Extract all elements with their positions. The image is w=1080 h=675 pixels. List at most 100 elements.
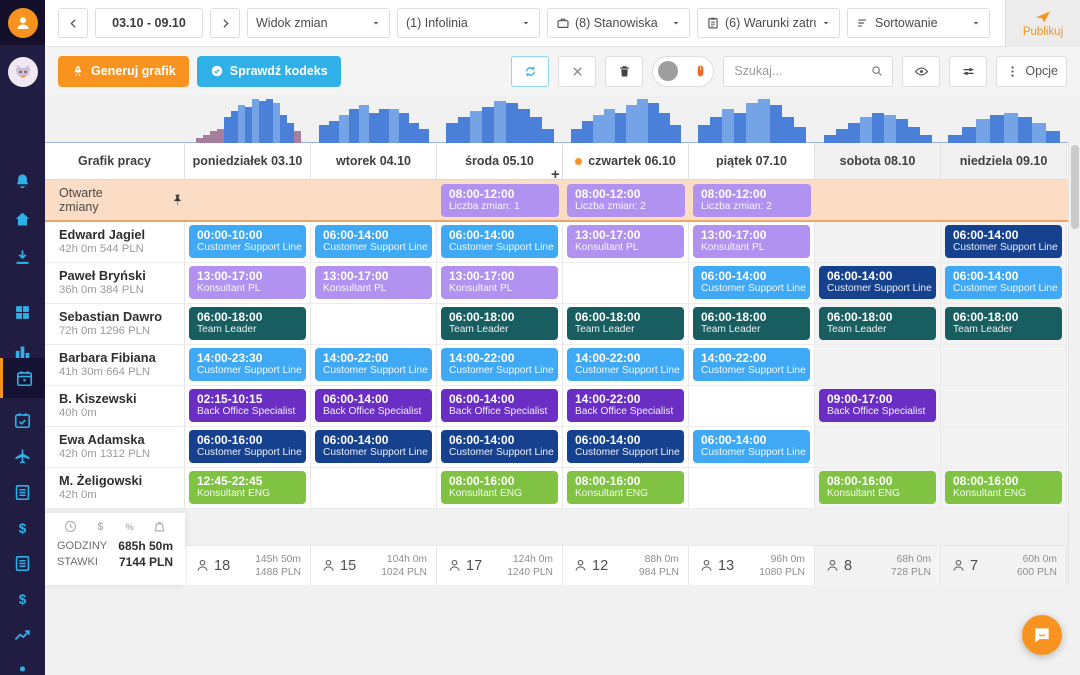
day-header-5[interactable]: piątek 07.10 — [689, 143, 815, 180]
sidebar-item-dot-icon[interactable] — [0, 652, 45, 675]
shift-chip[interactable]: 06:00-14:00Customer Support Line — [945, 225, 1062, 258]
dropdown-sorting[interactable]: Sortowanie — [847, 8, 990, 38]
shift-chip[interactable]: 06:00-14:00Customer Support Line — [441, 225, 558, 258]
day-header-7[interactable]: niedziela 09.10 — [941, 143, 1067, 180]
shift-cell[interactable] — [689, 468, 815, 509]
open-shift-cell-day-2[interactable] — [311, 180, 437, 220]
options-button[interactable]: Opcje — [996, 56, 1067, 87]
shift-chip[interactable]: 06:00-14:00Back Office Specialist — [441, 389, 558, 422]
shift-chip[interactable]: 13:00-17:00Konsultant PL — [315, 266, 432, 299]
search-icon[interactable] — [870, 64, 884, 78]
shift-cell[interactable] — [689, 386, 815, 427]
dropdown-view[interactable]: Widok zmian — [247, 8, 390, 38]
shift-chip[interactable]: 06:00-18:00Team Leader — [567, 307, 684, 340]
shift-chip[interactable]: 08:00-16:00Konsultant ENG — [441, 471, 558, 504]
open-shift-cell-day-7[interactable] — [941, 180, 1067, 220]
day-header-4[interactable]: czwartek 06.10 — [563, 143, 689, 180]
open-shift-cell-day-1[interactable] — [185, 180, 311, 220]
shift-chip[interactable]: 06:00-18:00Team Leader — [189, 307, 306, 340]
next-week-button[interactable] — [210, 8, 240, 38]
shift-cell[interactable] — [941, 427, 1067, 468]
shift-chip[interactable]: 06:00-18:00Team Leader — [693, 307, 810, 340]
sidebar-item-document-icon[interactable] — [0, 474, 45, 510]
sidebar-item-calendar-check-icon[interactable] — [0, 402, 45, 438]
shift-chip[interactable]: 06:00-18:00Team Leader — [441, 307, 558, 340]
delete-button[interactable] — [605, 56, 643, 87]
shift-chip[interactable]: 06:00-14:00Back Office Specialist — [315, 389, 432, 422]
shift-chip[interactable]: 06:00-14:00Customer Support Line — [315, 225, 432, 258]
shift-chip[interactable]: 14:00-22:00Customer Support Line — [567, 348, 684, 381]
open-shift-chip[interactable]: 08:00-12:00Liczba zmian: 2 — [567, 184, 685, 217]
employee-name-cell[interactable]: Sebastian Dawro72h 0m 1296 PLN — [45, 304, 185, 345]
shift-chip[interactable]: 14:00-22:00Back Office Specialist — [567, 389, 684, 422]
dropdown-employment[interactable]: (6) Warunki zatrudnie... — [697, 8, 840, 38]
footer-weight-icon[interactable] — [152, 519, 167, 534]
shift-chip[interactable]: 06:00-14:00Customer Support Line — [693, 430, 810, 463]
check-labor-code-button[interactable]: Sprawdź kodeks — [197, 56, 341, 87]
shift-cell[interactable] — [815, 222, 941, 263]
settings-sliders-button[interactable] — [949, 56, 987, 87]
shift-cell[interactable] — [941, 345, 1067, 386]
vertical-scrollbar[interactable] — [1068, 143, 1080, 585]
employee-name-cell[interactable]: Ewa Adamska42h 0m 1312 PLN — [45, 427, 185, 468]
date-range[interactable]: 03.10 - 09.10 — [95, 8, 203, 38]
employee-name-cell[interactable]: B. Kiszewski40h 0m — [45, 386, 185, 427]
shift-cell[interactable] — [311, 304, 437, 345]
footer-clock-icon[interactable] — [63, 519, 78, 534]
footer-dollar-icon[interactable]: $ — [93, 519, 108, 534]
open-shift-chip[interactable]: 08:00-12:00Liczba zmian: 2 — [693, 184, 811, 217]
scrollbar-thumb[interactable] — [1071, 145, 1079, 229]
shift-chip[interactable]: 13:00-17:00Konsultant PL — [441, 266, 558, 299]
employee-name-cell[interactable]: Barbara Fibiana41h 30m 664 PLN — [45, 345, 185, 386]
open-shift-chip[interactable]: 08:00-12:00Liczba zmian: 1 — [441, 184, 559, 217]
day-header-1[interactable]: poniedziałek 03.10 — [185, 143, 311, 180]
generate-schedule-button[interactable]: Generuj grafik — [58, 56, 189, 87]
refresh-button[interactable] — [511, 56, 549, 87]
shift-cell[interactable] — [311, 468, 437, 509]
shift-chip[interactable]: 13:00-17:00Konsultant PL — [189, 266, 306, 299]
shift-chip[interactable]: 08:00-16:00Konsultant ENG — [819, 471, 936, 504]
shift-chip[interactable]: 14:00-22:00Customer Support Line — [693, 348, 810, 381]
shift-cell[interactable] — [563, 263, 689, 304]
shift-chip[interactable]: 13:00-17:00Konsultant PL — [693, 225, 810, 258]
chat-fab[interactable] — [1022, 615, 1062, 655]
employee-name-cell[interactable]: M. Żeligowski42h 0m — [45, 468, 185, 509]
shift-chip[interactable]: 06:00-14:00Customer Support Line — [315, 430, 432, 463]
sidebar-item-dollar-icon[interactable]: $ — [0, 510, 45, 546]
day-header-6[interactable]: sobota 08.10 — [815, 143, 941, 180]
shift-chip[interactable]: 14:00-23:30Customer Support Line — [189, 348, 306, 381]
footer-percent-icon[interactable]: % — [122, 519, 137, 534]
sidebar-item-plane-icon[interactable] — [0, 438, 45, 474]
day-header-2[interactable]: wtorek 04.10 — [311, 143, 437, 180]
open-shift-cell-day-6[interactable] — [815, 180, 941, 220]
sidebar-item-dollar-icon[interactable]: $ — [0, 581, 45, 617]
sidebar-item-trend-icon[interactable] — [0, 617, 45, 653]
prev-week-button[interactable] — [58, 8, 88, 38]
sidebar-item-grid-icon[interactable] — [0, 294, 45, 330]
shift-chip[interactable]: 00:00-10:00Customer Support Line — [189, 225, 306, 258]
shift-chip[interactable]: 13:00-17:00Konsultant PL — [567, 225, 684, 258]
user-avatar[interactable] — [8, 57, 38, 87]
shift-chip[interactable]: 14:00-22:00Customer Support Line — [315, 348, 432, 381]
dropdown-location[interactable]: (1) Infolinia — [397, 8, 540, 38]
sidebar-item-document-icon[interactable] — [0, 545, 45, 581]
visibility-button[interactable] — [902, 56, 940, 87]
shift-chip[interactable]: 06:00-14:00Customer Support Line — [567, 430, 684, 463]
pin-icon[interactable] — [170, 193, 185, 208]
shift-chip[interactable]: 06:00-14:00Customer Support Line — [693, 266, 810, 299]
shift-chip[interactable]: 08:00-16:00Konsultant ENG — [945, 471, 1062, 504]
shift-chip[interactable]: 06:00-14:00Customer Support Line — [441, 430, 558, 463]
shift-cell[interactable] — [815, 345, 941, 386]
employee-name-cell[interactable]: Edward Jagiel42h 0m 544 PLN — [45, 222, 185, 263]
sidebar-item-calendar-icon[interactable] — [0, 358, 45, 398]
employee-name-cell[interactable]: Paweł Bryński36h 0m 384 PLN — [45, 263, 185, 304]
day-header-3[interactable]: środa 05.10 — [437, 143, 563, 180]
shift-chip[interactable]: 12:45-22:45Konsultant ENG — [189, 471, 306, 504]
shift-chip[interactable]: 06:00-14:00Customer Support Line — [819, 266, 936, 299]
app-logo[interactable] — [0, 0, 45, 45]
edit-mode-toggle[interactable] — [652, 56, 714, 87]
publish-button[interactable]: Publikuj — [1005, 0, 1080, 47]
shift-cell[interactable] — [941, 386, 1067, 427]
shift-cell[interactable] — [815, 427, 941, 468]
shift-chip[interactable]: 09:00-17:00Back Office Specialist — [819, 389, 936, 422]
